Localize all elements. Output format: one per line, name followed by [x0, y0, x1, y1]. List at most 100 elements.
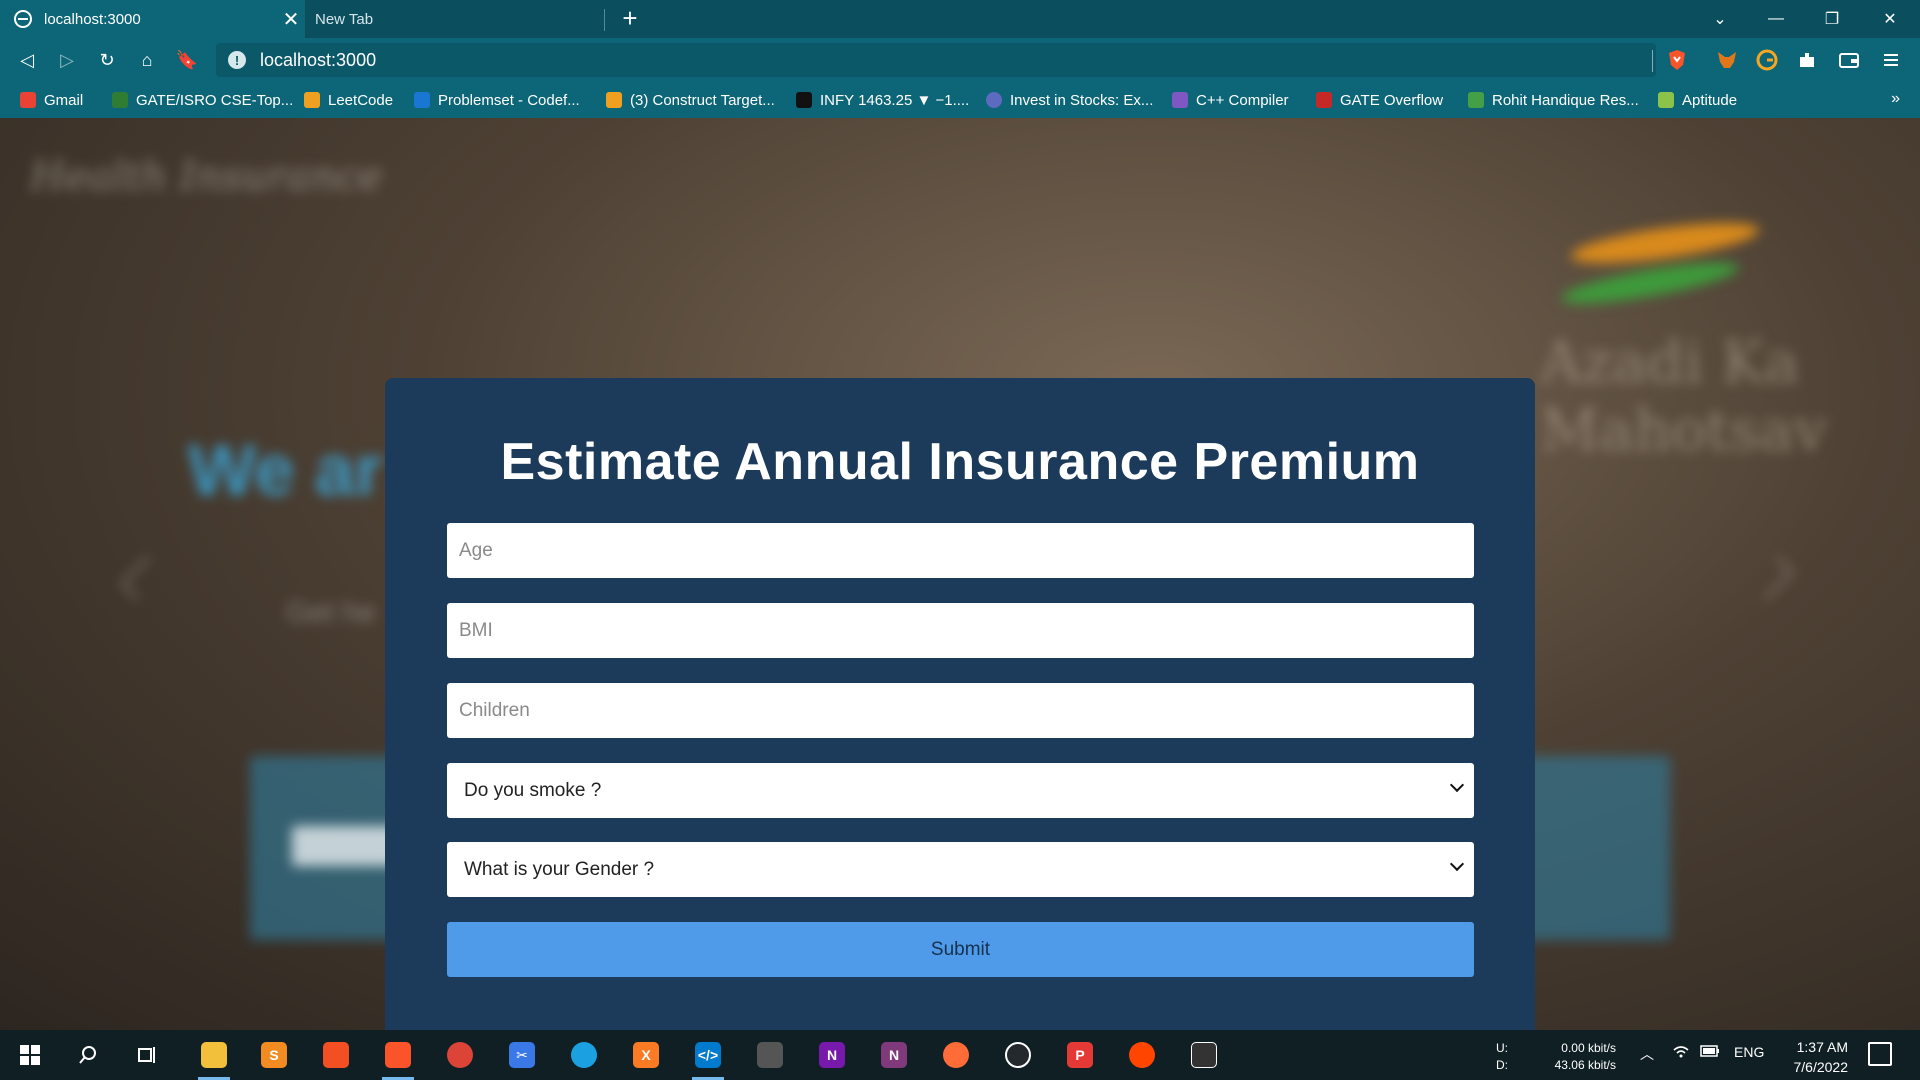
bookmark-gate-isro[interactable]: GATE/ISRO CSE-Top...: [112, 89, 293, 111]
wifi-icon[interactable]: [1672, 1044, 1690, 1063]
lightning-icon: [1172, 92, 1188, 108]
gender-select-value: What is your Gender ?: [464, 858, 655, 880]
url-text[interactable]: localhost:3000: [260, 50, 376, 71]
close-window-button[interactable]: ✕: [1862, 0, 1918, 38]
reddit-icon[interactable]: [1124, 1038, 1160, 1072]
smoker-select[interactable]: Do you smoke ?: [447, 763, 1474, 818]
new-tab-button[interactable]: +: [614, 3, 646, 35]
bookmark-invest-stocks[interactable]: Invest in Stocks: Ex...: [986, 89, 1153, 111]
tab-title: localhost:3000: [44, 10, 141, 28]
bookmark-label: INFY 1463.25 ▼ −1....: [820, 91, 970, 109]
net-speed-labels: U: D:: [1496, 1040, 1508, 1074]
bookmark-label: GATE Overflow: [1340, 91, 1444, 109]
brave-browser-icon[interactable]: [380, 1038, 416, 1080]
bookmarks-overflow-chevron-icon[interactable]: »: [1891, 90, 1900, 108]
tab-localhost[interactable]: localhost:3000 ✕: [0, 0, 305, 38]
extensions-icon[interactable]: [1794, 47, 1820, 73]
bookmark-gmail[interactable]: Gmail: [20, 89, 83, 111]
github-desktop-icon[interactable]: [1000, 1038, 1036, 1072]
onenote-icon[interactable]: N: [814, 1038, 850, 1072]
menu-icon[interactable]: [1878, 47, 1904, 73]
gate-icon: [112, 92, 128, 108]
tab-strip: localhost:3000 ✕ New Tab + ⌄ — ❐ ✕: [0, 0, 1920, 38]
vscode-icon[interactable]: </>: [690, 1038, 726, 1080]
snipping-tool-icon[interactable]: ✂: [504, 1038, 540, 1072]
task-view-icon[interactable]: [130, 1038, 166, 1072]
tab-search-chevron-icon[interactable]: ⌄: [1692, 0, 1748, 38]
file-explorer-icon[interactable]: [196, 1038, 232, 1080]
bookmark-label: (3) Construct Target...: [630, 91, 775, 109]
bmi-input[interactable]: [447, 603, 1474, 658]
microsoft-store-icon[interactable]: [318, 1038, 354, 1072]
sublime-text-icon[interactable]: S: [256, 1038, 292, 1072]
smoker-select-value: Do you smoke ?: [464, 779, 602, 801]
search-icon[interactable]: [70, 1038, 106, 1072]
postman-icon[interactable]: [938, 1038, 974, 1072]
gate-overflow-icon: [1316, 92, 1332, 108]
bookmark-label: C++ Compiler: [1196, 91, 1289, 109]
xampp-icon[interactable]: X: [628, 1038, 664, 1072]
chrome-icon[interactable]: [442, 1038, 478, 1072]
premium-estimate-modal: Estimate Annual Insurance Premium Do you…: [385, 378, 1535, 1030]
grammarly-icon[interactable]: [1754, 47, 1780, 73]
bookmark-aptitude[interactable]: Aptitude: [1658, 89, 1737, 111]
bookmark-rohit-handique[interactable]: Rohit Handique Res...: [1468, 89, 1639, 111]
bookmark-infy[interactable]: INFY 1463.25 ▼ −1....: [796, 89, 969, 111]
address-bar[interactable]: ! localhost:3000: [216, 43, 1656, 77]
psiphon-icon[interactable]: P: [1062, 1038, 1098, 1072]
bookmark-label: Aptitude: [1682, 91, 1738, 109]
edge-icon[interactable]: [566, 1038, 602, 1072]
groww-icon: [986, 92, 1002, 108]
back-button[interactable]: ◁: [12, 45, 42, 75]
wallet-icon[interactable]: [1836, 47, 1862, 73]
bookmark-label: LeetCode: [328, 91, 394, 109]
onenote-2016-icon[interactable]: N: [876, 1038, 912, 1072]
clock-time: 1:37 AM: [1796, 1039, 1848, 1055]
forward-button[interactable]: ▷: [52, 45, 82, 75]
gmail-icon: [20, 92, 36, 108]
bookmark-leetcode[interactable]: LeetCode: [304, 89, 393, 111]
windows-start-icon[interactable]: [12, 1038, 48, 1072]
bookmark-codeforces[interactable]: Problemset - Codef...: [414, 89, 580, 111]
close-tab-icon[interactable]: ✕: [277, 7, 305, 32]
bookmarks-bar: Gmail GATE/ISRO CSE-Top... LeetCode Prob…: [0, 82, 1920, 118]
bookmark-label: Invest in Stocks: Ex...: [1010, 91, 1154, 109]
notification-center-icon[interactable]: [1868, 1042, 1892, 1066]
net-down-label: D:: [1496, 1058, 1508, 1072]
bookmark-icon[interactable]: 🔖: [172, 45, 202, 75]
net-down-value: 43.06 kbit/s: [1554, 1058, 1616, 1072]
age-input[interactable]: [447, 523, 1474, 578]
metamask-icon[interactable]: [1714, 47, 1740, 73]
bookmark-label: Problemset - Codef...: [438, 91, 580, 109]
clock-date: 7/6/2022: [1793, 1059, 1849, 1075]
restore-button[interactable]: ❐: [1804, 0, 1860, 38]
tab-new-tab[interactable]: New Tab: [305, 0, 605, 38]
leetcode-icon: [606, 92, 622, 108]
home-button[interactable]: ⌂: [132, 45, 162, 75]
carousel-next-icon: [1749, 555, 1795, 601]
children-input[interactable]: [447, 683, 1474, 738]
bookmark-cpp-compiler[interactable]: C++ Compiler: [1172, 89, 1289, 111]
logo-saffron-stripe: [1568, 214, 1762, 272]
modal-title: Estimate Annual Insurance Premium: [500, 433, 1420, 491]
minimize-button[interactable]: —: [1748, 0, 1804, 38]
net-speed-values: 0.00 kbit/s 43.06 kbit/s: [1536, 1040, 1616, 1074]
site-info-icon[interactable]: !: [228, 51, 246, 69]
toolbar-divider: [1652, 50, 1653, 72]
tab-title: New Tab: [315, 10, 374, 28]
battery-icon[interactable]: [1700, 1044, 1720, 1061]
logo-green-stripe: [1559, 254, 1741, 312]
reload-button[interactable]: ↻: [92, 45, 122, 75]
gender-select[interactable]: What is your Gender ?: [447, 842, 1474, 897]
bookmark-gate-overflow[interactable]: GATE Overflow: [1316, 89, 1443, 111]
bookmark-construct-target[interactable]: (3) Construct Target...: [606, 89, 775, 111]
virtualbox-icon[interactable]: [1186, 1038, 1222, 1072]
language-indicator[interactable]: ENG: [1734, 1044, 1764, 1060]
bookmark-label: GATE/ISRO CSE-Top...: [136, 91, 294, 109]
submit-button[interactable]: Submit: [447, 922, 1474, 977]
tradingview-icon: [796, 92, 812, 108]
terminal-icon[interactable]: [752, 1038, 788, 1072]
show-hidden-icons-chevron-icon[interactable]: ︿: [1640, 1044, 1654, 1064]
brave-shield-icon[interactable]: [1664, 47, 1690, 73]
system-clock[interactable]: 1:37 AM 7/6/2022: [1768, 1037, 1849, 1077]
